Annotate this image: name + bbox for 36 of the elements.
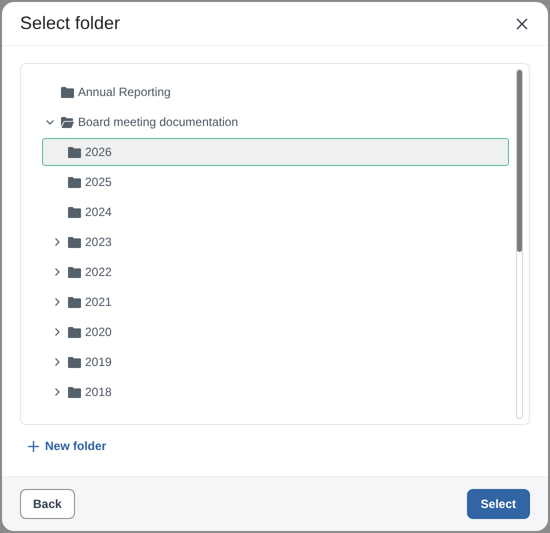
close-button[interactable] xyxy=(514,16,530,32)
back-button[interactable]: Back xyxy=(20,489,75,519)
folder-icon xyxy=(68,206,81,218)
select-button[interactable]: Select xyxy=(466,489,530,519)
folder-icon xyxy=(61,86,74,98)
folder-icon xyxy=(68,236,81,248)
tree-item[interactable]: Annual Reporting xyxy=(42,78,509,106)
chevron-right-icon[interactable] xyxy=(52,267,62,277)
chevron-right-icon[interactable] xyxy=(52,297,62,307)
folder-icon xyxy=(68,266,81,278)
scrollbar[interactable] xyxy=(516,69,523,419)
dialog-title: Select folder xyxy=(20,13,120,34)
tree-item[interactable]: 2021 xyxy=(42,288,509,316)
tree-item[interactable]: 2026 xyxy=(42,138,509,166)
tree-item[interactable]: 2025 xyxy=(42,168,509,196)
tree-item[interactable]: 2019 xyxy=(42,348,509,376)
folder-icon xyxy=(68,146,81,158)
tree-item[interactable]: Board meeting documentation xyxy=(42,108,509,136)
chevron-right-icon[interactable] xyxy=(52,237,62,247)
tree-item[interactable]: 2018 xyxy=(42,378,509,406)
chevron-right-icon[interactable] xyxy=(52,387,62,397)
tree-item[interactable]: 2023 xyxy=(42,228,509,256)
tree-item[interactable]: 2024 xyxy=(42,198,509,226)
chevron-right-icon[interactable] xyxy=(52,357,62,367)
plus-icon xyxy=(28,440,39,452)
folder-icon xyxy=(68,386,81,398)
folder-icon xyxy=(68,356,81,368)
folder-icon xyxy=(61,116,74,128)
folder-icon xyxy=(68,326,81,338)
chevron-down-icon[interactable] xyxy=(45,117,55,127)
folder-icon xyxy=(68,176,81,188)
tree-item[interactable]: 2020 xyxy=(42,318,509,346)
new-folder-link[interactable]: New folder xyxy=(28,439,106,453)
folder-icon xyxy=(68,296,81,308)
chevron-right-icon[interactable] xyxy=(52,327,62,337)
tree-item[interactable]: 2022 xyxy=(42,258,509,286)
